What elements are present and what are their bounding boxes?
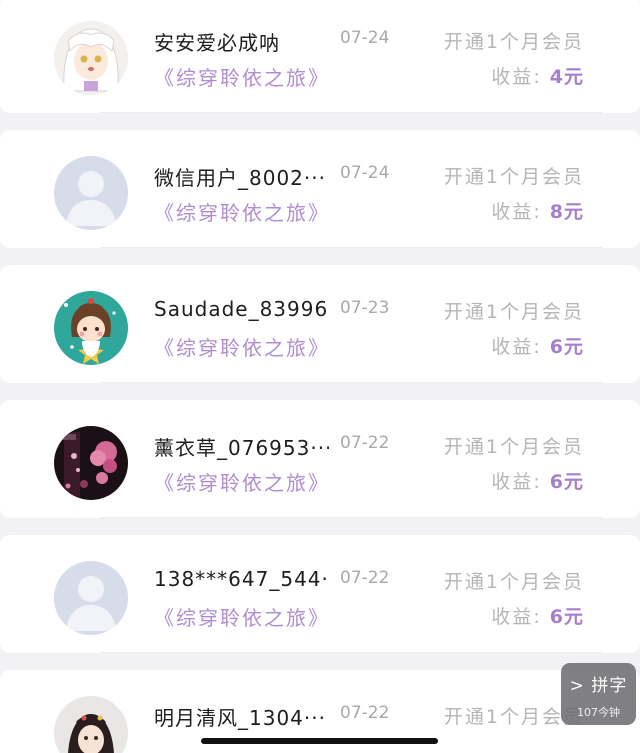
income-label: 收益: (491, 336, 542, 358)
income-label: 收益: (491, 471, 542, 493)
user-name: 明月清风_1304··· (154, 706, 326, 730)
record-row[interactable]: 微信用户_8002··· 07-24 开通1个月会员《综穿聆依之旅》 收益: 8元 (0, 130, 640, 248)
book-title-link[interactable]: 《综穿聆依之旅》 (154, 467, 330, 496)
income-info: 收益: 8元 (491, 197, 584, 224)
user-name: 薰衣草_076953··· (154, 436, 329, 460)
row-divider (100, 112, 602, 113)
income-amount: 6元 (549, 471, 584, 493)
row-divider (100, 517, 602, 518)
user-avatar[interactable] (54, 696, 128, 753)
record-date: 07-22 (340, 433, 390, 453)
ime-floating-badge[interactable]: > 拼字 107今钟 (561, 663, 636, 725)
user-name: 微信用户_8002··· (154, 166, 326, 190)
record-row[interactable]: 薰衣草_076953··· 07-22 开通1个月会员《综穿聆依之旅》 收益: 6元 (0, 400, 640, 518)
book-title-link[interactable]: 《综穿聆依之旅》 (154, 62, 330, 91)
income-amount: 6元 (549, 336, 584, 358)
income-label: 收益: (491, 606, 542, 628)
income-record-list[interactable]: 安安爱必成呐 07-24 开通1个月会员 《综穿聆依之旅》 收益: 4元 微信用户_800… (0, 0, 640, 753)
row-divider (100, 247, 602, 248)
income-info: 收益: 6元 (491, 467, 584, 494)
user-avatar[interactable] (54, 561, 128, 635)
home-indicator[interactable] (201, 738, 438, 744)
record-date: 07-23 (340, 298, 390, 318)
income-info: 收益: 4元 (491, 62, 584, 89)
user-name: 安安爱必成呐 (154, 31, 280, 55)
record-date: 07-22 (340, 568, 390, 588)
record-date: 07-24 (340, 163, 390, 183)
book-title-link[interactable]: 《综穿聆依之旅》 (154, 197, 330, 226)
income-info: 收益: 6元 (491, 332, 584, 359)
user-avatar[interactable] (54, 21, 128, 95)
income-amount: 6元 (549, 606, 584, 628)
income-label: 收益: (491, 201, 542, 223)
user-name: Saudade_83996··· (154, 297, 329, 321)
income-label: 收益: (491, 66, 542, 88)
user-avatar[interactable] (54, 426, 128, 500)
membership-action: 开通1个月会员 (443, 436, 584, 458)
membership-action: 开通1个月会员 (443, 571, 584, 593)
membership-action: 开通1个月会员 (443, 31, 584, 53)
book-title-link[interactable]: 《综穿聆依之旅》 (154, 602, 330, 631)
income-amount: 4元 (549, 66, 584, 88)
book-title-link[interactable]: 《综穿聆依之旅》 (154, 332, 330, 361)
record-row[interactable]: 138***647_544··· 07-22 开通1个月会员《综穿聆依之旅》 收益: … (0, 535, 640, 653)
record-date: 07-22 (340, 703, 390, 723)
ime-badge-subtitle: 107今钟 (577, 706, 620, 719)
membership-action: 开通1个月会员 (443, 166, 584, 188)
ime-badge-title: > 拼字 (569, 676, 628, 696)
record-row[interactable]: 安安爱必成呐 07-24 开通1个月会员《综穿聆依之旅》 收益: 4元 (0, 0, 640, 113)
row-divider (100, 382, 602, 383)
user-name: 138***647_544··· (154, 567, 329, 591)
row-divider (100, 652, 602, 653)
income-amount: 8元 (549, 201, 584, 223)
record-row[interactable]: Saudade_83996··· 07-23 开通1个月会员《综穿聆依之旅》 收益: … (0, 265, 640, 383)
membership-action: 开通1个月会员 (443, 301, 584, 323)
income-info: 收益: 6元 (491, 602, 584, 629)
user-avatar[interactable] (54, 156, 128, 230)
record-date: 07-24 (340, 28, 390, 48)
user-avatar[interactable] (54, 291, 128, 365)
